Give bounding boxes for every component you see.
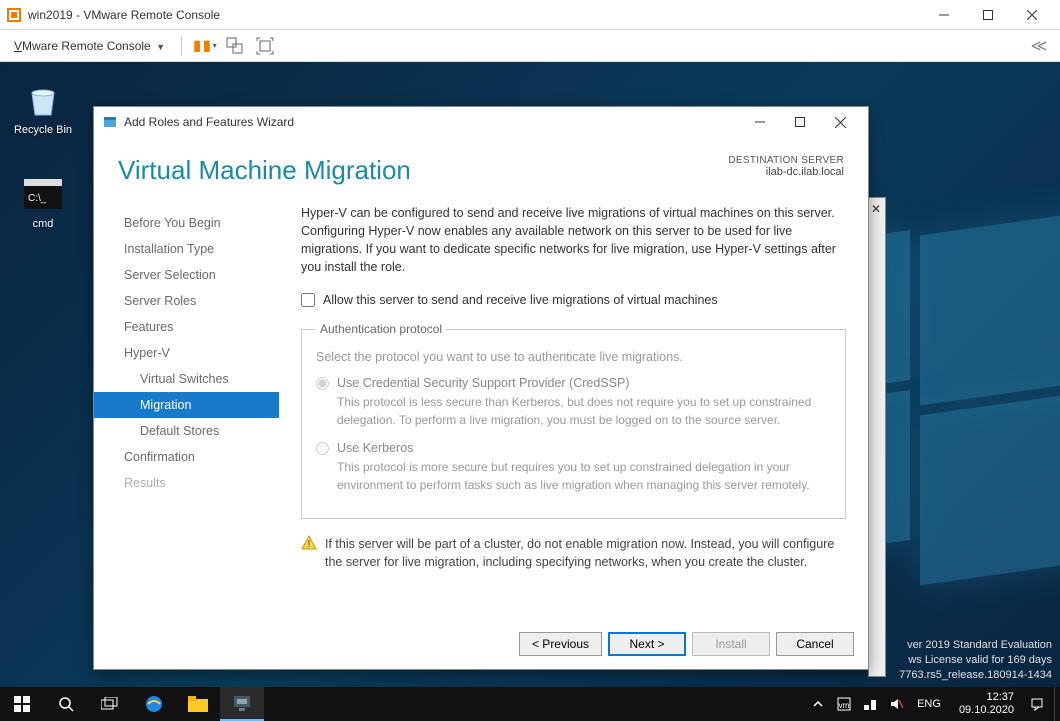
cmd-shortcut-icon[interactable]: C:\_ cmd — [8, 174, 78, 230]
dialog-close-button[interactable] — [820, 109, 860, 135]
wizard-icon — [102, 114, 118, 130]
explorer-taskbar-icon[interactable] — [176, 687, 220, 721]
intro-text: Hyper-V can be configured to send and re… — [301, 204, 846, 277]
wizard-content: Hyper-V can be configured to send and re… — [279, 198, 868, 619]
vmware-tools-icon[interactable]: vm — [835, 697, 853, 711]
notifications-icon[interactable] — [1028, 697, 1046, 711]
vmware-menu[interactable]: VMware Remote Console ▼ — [8, 35, 171, 57]
dialog-body: Before You Begin Installation Type Serve… — [94, 198, 868, 619]
destination-server: DESTINATION SERVER ilab-dc.ilab.local — [728, 155, 844, 186]
nav-installation-type[interactable]: Installation Type — [94, 236, 279, 262]
guest-desktop[interactable]: Recycle Bin C:\_ cmd ✕ Add Roles and Fea… — [0, 62, 1060, 721]
close-button[interactable] — [1010, 1, 1054, 29]
dialog-minimize-button[interactable] — [740, 109, 780, 135]
taskbar: vm ENG 12:37 09.10.2020 — [0, 687, 1060, 721]
warning-icon: ! — [301, 535, 319, 571]
credssp-label: Use Credential Security Support Provider… — [337, 374, 831, 392]
fullscreen-button[interactable] — [252, 33, 278, 59]
cancel-button[interactable]: Cancel — [776, 632, 854, 656]
search-button[interactable] — [44, 687, 88, 721]
build-line3: 7763.rs5_release.180914-1434 — [899, 668, 1052, 683]
kerberos-desc: This protocol is more secure but require… — [337, 459, 831, 494]
dialog-header: Virtual Machine Migration DESTINATION SE… — [94, 137, 868, 198]
dialog-footer: < Previous Next > Install Cancel — [94, 619, 868, 669]
tray-chevron-icon[interactable] — [809, 699, 827, 709]
show-desktop-button[interactable] — [1054, 687, 1060, 721]
auth-protocol-group: Authentication protocol Select the proto… — [301, 321, 846, 519]
page-title: Virtual Machine Migration — [118, 155, 728, 186]
kerberos-label: Use Kerberos — [337, 439, 831, 457]
svg-text:C:\_: C:\_ — [28, 193, 47, 204]
vmware-icon — [6, 7, 22, 23]
vmware-titlebar: win2019 - VMware Remote Console — [0, 0, 1060, 30]
cluster-warning: ! If this server will be part of a clust… — [301, 535, 846, 571]
allow-migration-checkbox[interactable] — [301, 293, 315, 307]
task-view-button[interactable] — [88, 687, 132, 721]
background-window-edge[interactable]: ✕ — [868, 197, 886, 677]
network-icon[interactable] — [861, 697, 879, 711]
warning-text: If this server will be part of a cluster… — [325, 535, 846, 571]
language-indicator[interactable]: ENG — [913, 698, 945, 710]
pin-button[interactable]: ≪ — [1026, 33, 1052, 59]
clock-time: 12:37 — [959, 691, 1014, 704]
nav-hyper-v[interactable]: Hyper-V — [94, 340, 279, 366]
build-line2: ws License valid for 169 days — [899, 653, 1052, 668]
svg-text:!: ! — [308, 539, 311, 550]
pause-button[interactable]: ▮▮ ▾ — [192, 33, 218, 59]
dialog-title: Add Roles and Features Wizard — [124, 115, 740, 129]
wizard-dialog: Add Roles and Features Wizard Virtual Ma… — [93, 106, 869, 670]
nav-before-you-begin[interactable]: Before You Begin — [94, 210, 279, 236]
close-icon[interactable]: ✕ — [871, 202, 881, 216]
system-tray: vm ENG 12:37 09.10.2020 — [801, 691, 1054, 716]
dialog-maximize-button[interactable] — [780, 109, 820, 135]
destination-server-value: ilab-dc.ilab.local — [728, 166, 844, 178]
vmware-window: win2019 - VMware Remote Console VMware R… — [0, 0, 1060, 721]
dialog-titlebar[interactable]: Add Roles and Features Wizard — [94, 107, 868, 137]
nav-features[interactable]: Features — [94, 314, 279, 340]
kerberos-option: Use Kerberos This protocol is more secur… — [316, 439, 831, 494]
install-button[interactable]: Install — [692, 632, 770, 656]
ie-taskbar-icon[interactable] — [132, 687, 176, 721]
maximize-button[interactable] — [966, 1, 1010, 29]
wizard-nav: Before You Begin Installation Type Serve… — [94, 198, 279, 619]
kerberos-radio[interactable] — [316, 442, 329, 455]
minimize-button[interactable] — [922, 1, 966, 29]
cmd-label: cmd — [8, 218, 78, 230]
recycle-bin-icon[interactable]: Recycle Bin — [8, 80, 78, 136]
nav-confirmation[interactable]: Confirmation — [94, 444, 279, 470]
clock[interactable]: 12:37 09.10.2020 — [953, 691, 1020, 716]
build-watermark: ver 2019 Standard Evaluation ws License … — [899, 638, 1052, 683]
previous-button[interactable]: < Previous — [519, 632, 602, 656]
toolbar-separator — [181, 36, 182, 56]
svg-text:vm: vm — [839, 701, 850, 710]
auth-legend: Authentication protocol — [316, 321, 446, 338]
allow-migration-row: Allow this server to send and receive li… — [301, 291, 846, 309]
start-button[interactable] — [0, 687, 44, 721]
credssp-radio[interactable] — [316, 377, 329, 390]
clock-date: 09.10.2020 — [959, 704, 1014, 717]
nav-migration[interactable]: Migration — [94, 392, 279, 418]
nav-default-stores[interactable]: Default Stores — [94, 418, 279, 444]
server-manager-taskbar-icon[interactable] — [220, 687, 264, 721]
allow-migration-label[interactable]: Allow this server to send and receive li… — [323, 291, 718, 309]
vmware-title: win2019 - VMware Remote Console — [28, 8, 922, 22]
nav-virtual-switches[interactable]: Virtual Switches — [94, 366, 279, 392]
send-cad-button[interactable] — [222, 33, 248, 59]
credssp-option: Use Credential Security Support Provider… — [316, 374, 831, 429]
volume-icon[interactable] — [887, 697, 905, 711]
destination-server-label: DESTINATION SERVER — [728, 155, 844, 166]
vmware-toolbar: VMware Remote Console ▼ ▮▮ ▾ ≪ — [0, 30, 1060, 62]
nav-server-selection[interactable]: Server Selection — [94, 262, 279, 288]
nav-server-roles[interactable]: Server Roles — [94, 288, 279, 314]
auth-hint: Select the protocol you want to use to a… — [316, 348, 831, 366]
build-line1: ver 2019 Standard Evaluation — [899, 638, 1052, 653]
recycle-bin-label: Recycle Bin — [8, 124, 78, 136]
credssp-desc: This protocol is less secure than Kerber… — [337, 394, 831, 429]
next-button[interactable]: Next > — [608, 632, 686, 656]
nav-results: Results — [94, 470, 279, 496]
